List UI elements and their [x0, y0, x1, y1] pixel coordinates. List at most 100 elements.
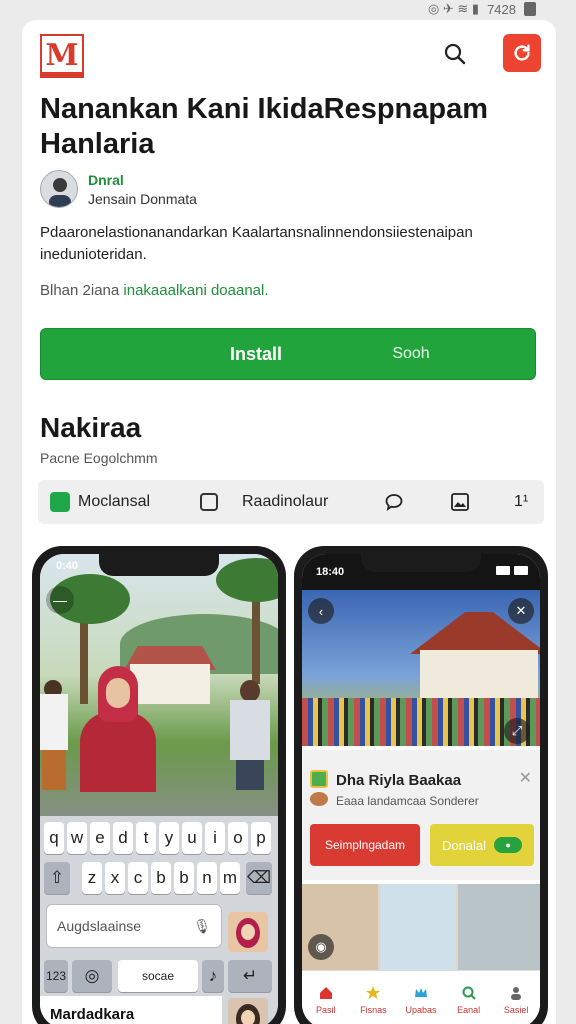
key[interactable]: d [113, 822, 133, 854]
search-button[interactable] [440, 40, 470, 70]
sticker-thumbnail[interactable] [228, 912, 268, 952]
message-input-placeholder: Augdslaainse [57, 918, 142, 934]
search-icon [444, 43, 466, 64]
keyboard-row-2: ⇧ z x c b b n m ⌫ [44, 862, 274, 894]
chat-bubble-icon [385, 494, 403, 512]
message-input[interactable]: Augdslaainse 🎙 [46, 904, 222, 948]
install-button[interactable]: Install [41, 329, 371, 379]
nav-search[interactable]: Eanal [445, 971, 493, 1024]
developer-subtitle: Jensain Donmata [88, 191, 197, 207]
toolbar-item-2-label: Raadinolaur [242, 493, 329, 510]
phone-1-screen: 0:40 ― q w e d t y u i o p ⇧ z x c b b n… [40, 554, 278, 1024]
phone-notch [99, 554, 219, 576]
key[interactable]: o [228, 822, 248, 854]
key[interactable]: x [105, 862, 125, 894]
toolbar-item-1-label: Moclansal [78, 493, 151, 510]
status-icons: ◎ ✈ ≋ ▮ [427, 1, 480, 16]
toolbar-item-last[interactable]: 1¹ [514, 480, 528, 524]
key[interactable]: q [44, 822, 64, 854]
secondary-button[interactable]: Sooh [371, 329, 451, 379]
woman-in-hijab [80, 666, 156, 792]
close-icon[interactable]: ✕ [508, 598, 534, 624]
emoji-icon[interactable]: ◎ [72, 960, 112, 992]
app-card: M Nanankan Kani IkidaRespnapam Hanlaria … [22, 20, 556, 1024]
logo-letter: M [45, 38, 79, 73]
nav-updates[interactable]: Upabas [397, 971, 445, 1024]
app-description: Pdaaronelastionanandarkan Kaalartansnali… [40, 224, 473, 263]
keyboard-row-1: q w e d t y u i o p [44, 822, 274, 854]
red-action-button[interactable]: Seimplngadam [310, 824, 420, 866]
key[interactable]: t [136, 822, 156, 854]
chat-preview-name: Mardadkara [40, 996, 222, 1024]
numbers-key[interactable]: 123 [44, 960, 68, 992]
app-title: Nanankan Kani IkidaRespnapam Hanlaria [40, 93, 489, 160]
toolbar-image[interactable] [450, 480, 470, 524]
backspace-key[interactable]: ⌫ [246, 862, 272, 894]
image-icon [451, 493, 469, 511]
camera-icon[interactable]: ◉ [308, 934, 334, 960]
photo-tiles: ◉ [302, 884, 540, 970]
search-icon [462, 986, 476, 1000]
key[interactable]: u [182, 822, 202, 854]
refresh-button[interactable] [503, 34, 541, 72]
person-icon [49, 178, 71, 207]
shift-key[interactable]: ⇧ [44, 862, 70, 894]
key[interactable]: c [128, 862, 148, 894]
screenshot-phone-1[interactable]: 0:40 ― q w e d t y u i o p ⇧ z x c b b n… [32, 546, 286, 1024]
toggle-icon: ● [494, 837, 523, 853]
space-key[interactable]: socae [118, 960, 198, 992]
microphone-icon[interactable]: 🎙 [193, 918, 211, 935]
star-icon [366, 985, 381, 999]
key[interactable]: p [251, 822, 271, 854]
key[interactable]: m [220, 862, 240, 894]
nav-label: Sasiel [503, 1004, 529, 1015]
keyboard-row-3: 123 ◎ socae ♪ ↵ [44, 960, 274, 992]
key[interactable]: e [90, 822, 110, 854]
menu-icon[interactable]: ― [46, 586, 74, 614]
install-bar: Install Sooh [40, 328, 536, 380]
crown-icon [414, 987, 427, 997]
user-icon [511, 986, 522, 1000]
status-time: 7428 [487, 1, 516, 17]
contact-thumbnail[interactable] [228, 998, 268, 1024]
key[interactable]: y [159, 822, 179, 854]
toolbar-item-1[interactable]: Moclansal [50, 480, 150, 524]
sheet-close-icon[interactable]: ✕ [519, 768, 532, 788]
toolbar-chat[interactable] [384, 480, 404, 524]
back-icon[interactable]: ‹ [308, 598, 334, 624]
key[interactable]: n [197, 862, 217, 894]
nav-label: Eanal [457, 1004, 481, 1015]
key[interactable]: w [67, 822, 87, 854]
section-title: Nakiraa [40, 412, 142, 443]
nav-favorites[interactable]: Fisnas [350, 971, 398, 1024]
feature-toolbar: Moclansal Raadinolaur 1¹ [38, 480, 544, 524]
expand-icon[interactable]: ⤢ [504, 718, 530, 744]
nav-profile[interactable]: Sasiel [492, 971, 540, 1024]
phone-2-screen: 18:40 ‹ ✕ ⤢ Dha Riyla Baakaa Eaaa landam… [302, 554, 540, 1024]
status-bar: ◎ ✈ ≋ ▮ 7428 [428, 0, 536, 18]
phone-1-time: 0:40 [56, 560, 79, 572]
badge-icon [310, 792, 328, 806]
key[interactable]: b [151, 862, 171, 894]
app-meta: Blhan 2iana inakaaalkani doaanal. [40, 282, 269, 299]
screenshot-phone-2[interactable]: 18:40 ‹ ✕ ⤢ Dha Riyla Baakaa Eaaa landam… [294, 546, 548, 1024]
village-photo [40, 554, 278, 824]
yellow-action-button[interactable]: Donalal ● [430, 824, 534, 866]
mic-key-icon[interactable]: ♪ [202, 960, 224, 992]
nav-label: Upabas [405, 1004, 437, 1015]
key[interactable]: z [82, 862, 102, 894]
app-icon [310, 770, 328, 788]
phone-notch [361, 554, 481, 572]
key[interactable]: i [205, 822, 225, 854]
bottom-sheet: Dha Riyla Baakaa Eaaa landamcaa Sonderer… [302, 750, 540, 880]
nav-home[interactable]: Pasil [302, 971, 350, 1024]
green-app-icon [50, 492, 70, 512]
developer-name[interactable]: Dnral [88, 172, 124, 188]
developer-avatar[interactable] [40, 170, 78, 208]
key[interactable]: b [174, 862, 194, 894]
toolbar-item-2[interactable]: Raadinolaur [200, 480, 328, 524]
refresh-icon [514, 44, 530, 61]
home-icon [319, 986, 332, 999]
return-key[interactable]: ↵ [228, 960, 272, 992]
meta-highlight[interactable]: inakaaalkani doaanal. [123, 282, 268, 299]
